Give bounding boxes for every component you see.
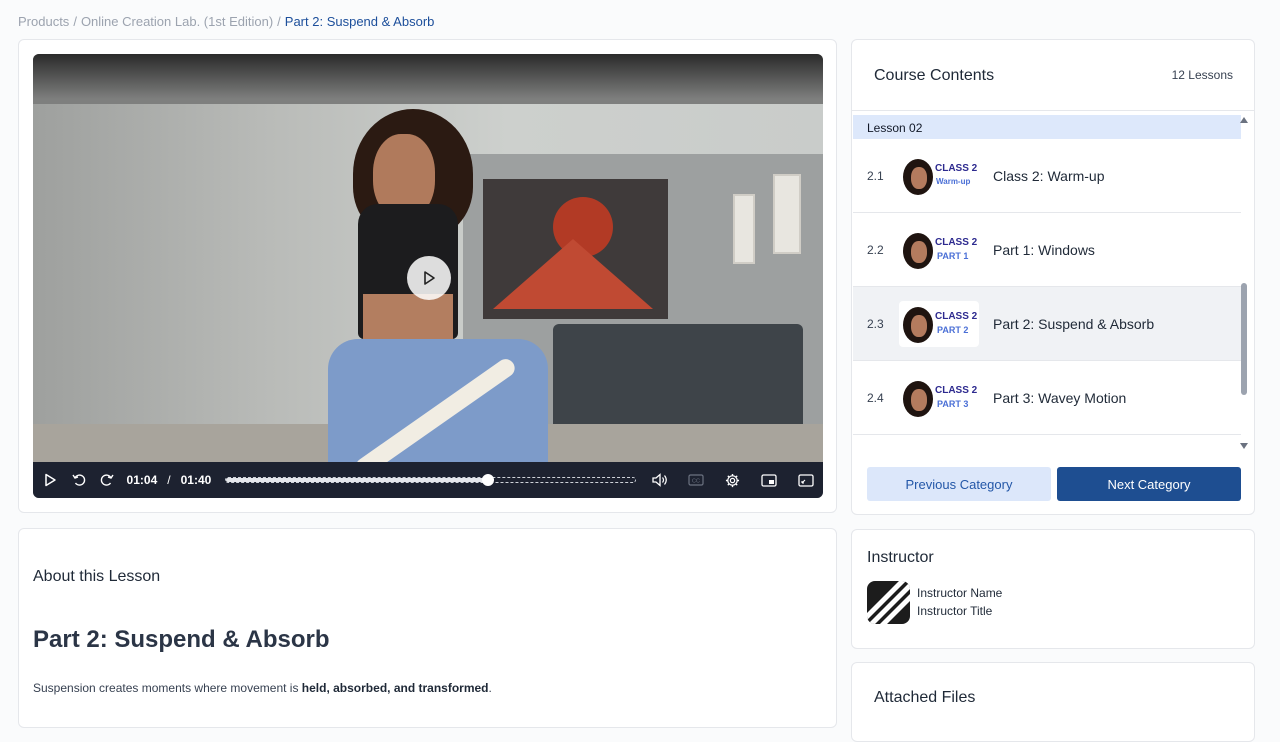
thumbnail-title: CLASS 2 (935, 236, 978, 248)
forward-button[interactable] (98, 470, 117, 490)
pip-icon (761, 473, 777, 487)
attached-files-heading: Attached Files (874, 689, 976, 706)
thumbnail-subtitle: PART 2 (937, 324, 969, 335)
settings-icon (726, 473, 740, 487)
progress-fill (226, 478, 489, 482)
attached-files-card: Attached Files (851, 662, 1255, 742)
breadcrumb-item-course[interactable]: Online Creation Lab. (1st Edition) (81, 14, 273, 29)
volume-button[interactable] (650, 470, 669, 490)
rewind-button[interactable] (70, 470, 89, 490)
time-separator: / (167, 473, 171, 487)
lesson-title: Part 2: Suspend & Absorb (33, 626, 330, 653)
lesson-number: 2.2 (867, 242, 884, 257)
play-icon (45, 473, 56, 487)
current-time: 01:04 (126, 473, 158, 487)
lesson-name: Part 2: Suspend & Absorb (993, 315, 1155, 332)
lesson-number: 2.4 (867, 390, 884, 405)
play-button[interactable] (41, 470, 60, 490)
fullscreen-button[interactable] (797, 470, 816, 490)
thumbnail-subtitle: PART 1 (937, 250, 969, 261)
breadcrumb-separator: / (277, 14, 281, 29)
svg-text:CC: CC (692, 479, 700, 485)
lesson-thumbnail: CLASS 2 Warm-up (899, 152, 979, 199)
next-category-button[interactable]: Next Category (1057, 467, 1241, 501)
lesson-thumbnail: CLASS 2 PART 3 (899, 374, 979, 421)
settings-button[interactable] (723, 470, 742, 490)
contents-title: Course Contents (874, 67, 995, 84)
thumbnail-title: CLASS 2 (935, 310, 978, 322)
fullscreen-icon (798, 473, 814, 487)
lesson-item[interactable]: 2.1 CLASS 2 Warm-up Class 2: Warm-up (853, 139, 1241, 213)
lesson-name: Part 3: Wavey Motion (993, 389, 1127, 406)
instructor-heading: Instructor (867, 549, 934, 566)
player-controls: 01:04 / 01:40 CC (33, 462, 823, 498)
divider (852, 110, 1254, 111)
lesson-thumbnail: CLASS 2 PART 2 (899, 300, 979, 347)
thumbnail-subtitle: Warm-up (936, 176, 971, 186)
instructor-avatar (867, 581, 910, 624)
thumbnail-subtitle: PART 3 (937, 398, 969, 409)
progress-handle[interactable] (482, 474, 495, 486)
lesson-item-active[interactable]: 2.3 CLASS 2 PART 2 Part 2: Suspend & Abs… (853, 287, 1241, 361)
breadcrumb: Products / Online Creation Lab. (1st Editi… (18, 14, 434, 29)
forward-icon (101, 474, 114, 486)
scrollbar-thumb[interactable] (1241, 283, 1247, 395)
lesson-number: 2.3 (867, 316, 884, 331)
duration: 01:40 (180, 473, 212, 487)
progress-bar[interactable] (225, 474, 637, 486)
lesson-item[interactable]: 2.2 CLASS 2 PART 1 Part 1: Windows (853, 213, 1241, 287)
lesson-name: Part 1: Windows (993, 241, 1095, 258)
volume-icon (652, 473, 667, 487)
instructor-name: Instructor Name (917, 586, 1003, 600)
scroll-up-icon[interactable] (1240, 117, 1248, 123)
scroll-down-icon[interactable] (1240, 443, 1248, 449)
course-contents-card: Course Contents 12 Lessons Lesson 02 2.1… (851, 39, 1255, 515)
thumbnail-title: CLASS 2 (935, 162, 978, 174)
description-bold: held, absorbed, and transformed (301, 681, 489, 695)
about-lesson-card: About this Lesson Part 2: Suspend & Abso… (18, 528, 837, 728)
video-card: 01:04 / 01:40 CC (18, 39, 837, 513)
captions-icon: CC (688, 474, 704, 486)
captions-button[interactable]: CC (687, 470, 706, 490)
previous-category-button[interactable]: Previous Category (867, 467, 1051, 501)
breadcrumb-separator: / (73, 14, 77, 29)
lesson-count: 12 Lessons (1171, 68, 1233, 82)
pip-button[interactable] (760, 470, 779, 490)
description-suffix: . (488, 681, 492, 695)
lesson-list-scrollbar[interactable] (1238, 115, 1250, 451)
lesson-item[interactable]: 2.4 CLASS 2 PART 3 Part 3: Wavey Motion (853, 361, 1241, 435)
thumbnail-title: CLASS 2 (935, 384, 978, 396)
lesson-group-header[interactable]: Lesson 02 (853, 115, 1241, 139)
lesson-list: Lesson 02 2.1 CLASS 2 Warm-up Class 2: W… (853, 115, 1241, 435)
play-overlay-button[interactable] (407, 256, 451, 300)
lesson-description: Suspension creates moments where movemen… (33, 681, 492, 695)
instructor-title: Instructor Title (917, 604, 993, 618)
description-text: Suspension creates moments where movemen… (33, 681, 302, 695)
play-icon (424, 271, 435, 285)
video-player[interactable]: 01:04 / 01:40 CC (33, 54, 823, 498)
about-heading: About this Lesson (33, 568, 161, 585)
lesson-number: 2.1 (867, 168, 884, 183)
breadcrumb-item-products[interactable]: Products (18, 14, 69, 29)
lesson-thumbnail: CLASS 2 PART 1 (899, 226, 979, 273)
instructor-card: Instructor Instructor Name Instructor Ti… (851, 529, 1255, 649)
breadcrumb-current: Part 2: Suspend & Absorb (284, 14, 435, 29)
rewind-icon (72, 474, 85, 486)
lesson-name: Class 2: Warm-up (993, 167, 1105, 184)
